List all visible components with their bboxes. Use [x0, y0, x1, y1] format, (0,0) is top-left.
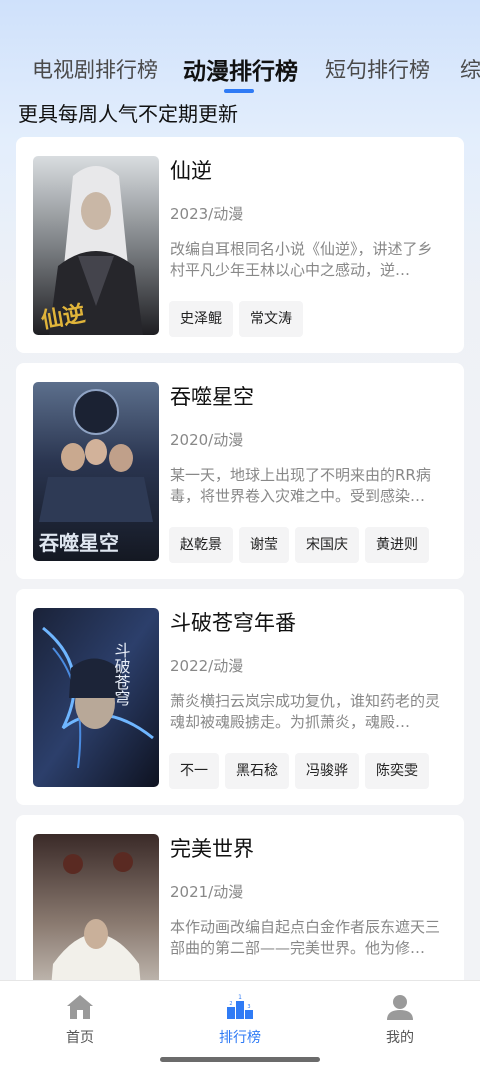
- cast-tag[interactable]: 常文涛: [239, 301, 303, 337]
- tab-variety-ranking[interactable]: 综: [460, 54, 480, 84]
- card-description: 某一天，地球上出现了不明来由的RR病毒，将世界卷入灾难之中。受到感染…: [170, 466, 431, 505]
- nav-home-label: 首页: [66, 1030, 94, 1046]
- cast-tags: 史泽鲲 常文涛: [169, 301, 309, 337]
- cast-tags: 赵乾景 谢莹 宋国庆 黄进则: [169, 527, 435, 563]
- home-icon: [67, 995, 93, 1019]
- poster-image: 仙逆: [33, 156, 159, 335]
- poster-title-text: 吞噬星空: [39, 531, 119, 555]
- cast-tag[interactable]: 不一: [169, 753, 219, 789]
- cast-tag[interactable]: 陈奕雯: [365, 753, 429, 789]
- person-icon: [387, 995, 413, 1020]
- card-meta: 2023/动漫: [170, 205, 244, 223]
- svg-text:2: 2: [229, 1001, 232, 1007]
- card-title[interactable]: 仙逆: [170, 155, 212, 185]
- cast-tag[interactable]: 赵乾景: [169, 527, 233, 563]
- card-title[interactable]: 斗破苍穹年番: [170, 607, 296, 637]
- cast-tag[interactable]: 黑石稔: [225, 753, 289, 789]
- nav-profile-label: 我的: [386, 1030, 414, 1046]
- ranking-card[interactable]: 斗破苍穹 斗破苍穹年番 2022/动漫 萧炎横扫云岚宗成功复仇，谁知药老的灵魂却…: [16, 589, 464, 805]
- card-title[interactable]: 完美世界: [170, 833, 254, 863]
- ranking-card[interactable]: 仙逆 仙逆 2023/动漫 改编自耳根同名小说《仙逆》，讲述了乡村平凡少年王林以…: [16, 137, 464, 353]
- card-meta: 2022/动漫: [170, 657, 244, 675]
- tab-tv-ranking[interactable]: 电视剧排行榜: [32, 54, 158, 84]
- cast-tag[interactable]: 黄进则: [365, 527, 429, 563]
- nav-profile[interactable]: 我的: [360, 993, 440, 1047]
- tab-quote-ranking[interactable]: 短句排行榜: [325, 54, 430, 84]
- cast-tag[interactable]: 冯骏骅: [295, 753, 359, 789]
- poster-image: [33, 834, 159, 980]
- card-description: 改编自耳根同名小说《仙逆》，讲述了乡村平凡少年王林以心中之感动，逆…: [170, 240, 433, 279]
- tab-anime-ranking[interactable]: 动漫排行榜: [183, 52, 298, 86]
- poster-title-text: 斗破苍穹: [112, 642, 131, 707]
- card-title[interactable]: 吞噬星空: [170, 381, 254, 411]
- ranking-card[interactable]: 完美世界 2021/动漫 本作动画改编自起点白金作者辰东遮天三部曲的第二部——完…: [16, 815, 464, 980]
- category-tabs: 电视剧排行榜 动漫排行榜 短句排行榜 综: [0, 40, 480, 100]
- nav-ranking[interactable]: 1 2 3 排行榜: [200, 993, 280, 1047]
- cast-tag[interactable]: 谢莹: [239, 527, 289, 563]
- podium-icon: 1 2 3: [227, 994, 253, 1019]
- page-subtitle: 更具每周人气不定期更新: [18, 102, 238, 126]
- svg-text:1: 1: [238, 994, 242, 1001]
- nav-home[interactable]: 首页: [40, 993, 120, 1047]
- poster-image: 斗破苍穹: [33, 608, 159, 787]
- svg-text:3: 3: [247, 1004, 250, 1010]
- poster-image: 吞噬星空: [33, 382, 159, 561]
- card-description: 萧炎横扫云岚宗成功复仇，谁知药老的灵魂却被魂殿掳走。为抓萧炎，魂殿…: [170, 692, 441, 731]
- card-description: 本作动画改编自起点白金作者辰东遮天三部曲的第二部——完美世界。他为修…: [170, 918, 441, 957]
- home-indicator-bar: [160, 1057, 320, 1062]
- nav-ranking-label: 排行榜: [219, 1030, 261, 1046]
- ranking-card[interactable]: 吞噬星空 吞噬星空 2020/动漫 某一天，地球上出现了不明来由的RR病毒，将世…: [16, 363, 464, 579]
- active-tab-indicator: [224, 89, 254, 93]
- ranking-list[interactable]: 仙逆 仙逆 2023/动漫 改编自耳根同名小说《仙逆》，讲述了乡村平凡少年王林以…: [16, 137, 464, 980]
- cast-tag[interactable]: 宋国庆: [295, 527, 359, 563]
- cast-tag[interactable]: 史泽鲲: [169, 301, 233, 337]
- card-meta: 2021/动漫: [170, 883, 244, 901]
- cast-tags: 不一 黑石稔 冯骏骅 陈奕雯: [169, 753, 435, 789]
- card-meta: 2020/动漫: [170, 431, 244, 449]
